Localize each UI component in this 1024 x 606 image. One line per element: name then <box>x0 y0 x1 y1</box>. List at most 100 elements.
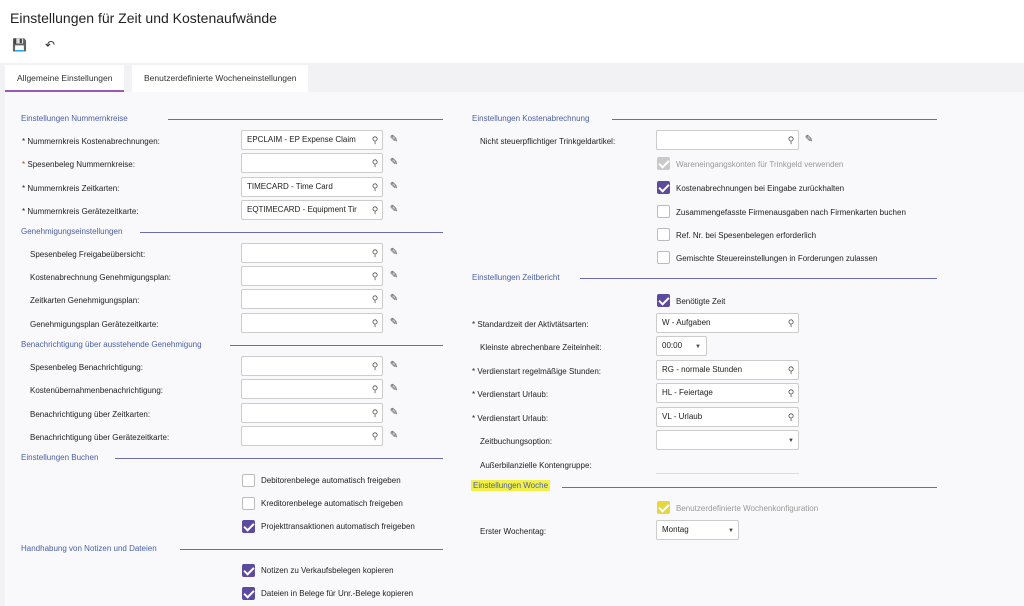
section-divider <box>580 278 937 279</box>
search-icon[interactable]: ⚲ <box>369 181 381 193</box>
pencil-icon[interactable]: ✎ <box>388 407 400 419</box>
kontengruppe-field[interactable] <box>656 473 799 474</box>
search-icon[interactable]: ⚲ <box>369 430 381 442</box>
tab-allgemeine-einstellungen[interactable]: Allgemeine Einstellungen <box>5 65 125 92</box>
section-title-zeitbericht: Einstellungen Zeitbericht <box>472 273 560 282</box>
pencil-icon[interactable]: ✎ <box>388 430 400 442</box>
page-title: Einstellungen für Zeit und Kostenaufwänd… <box>10 10 277 26</box>
search-icon[interactable]: ⚲ <box>369 134 381 146</box>
pencil-icon[interactable]: ✎ <box>388 157 400 169</box>
trinkgeldartikel-input[interactable] <box>656 130 799 150</box>
section-divider <box>230 345 443 346</box>
standardzeit-input[interactable]: W - Aufgaben <box>656 313 799 333</box>
kostenabrechnung-genehmigungsplan-input[interactable] <box>241 266 383 286</box>
section-title-benachrichtigung: Benachrichtigung über ausstehende Genehm… <box>21 340 202 349</box>
section-title-woche: Einstellungen Woche <box>471 480 551 491</box>
save-icon[interactable]: 💾 <box>12 38 27 52</box>
field-label: * Verdienstart regelmäßige Stunden: <box>472 367 601 376</box>
pencil-icon[interactable]: ✎ <box>388 293 400 305</box>
kreditorenbelege-checkbox[interactable] <box>242 497 255 510</box>
search-icon[interactable]: ⚲ <box>785 364 797 376</box>
chevron-down-icon: ▼ <box>788 438 794 444</box>
nummernkreis-kostenabrechnungen-input[interactable]: EPCLAIM - EP Expense Claim <box>241 130 383 150</box>
checkbox-label: Zusammengefasste Firmenausgaben nach Fir… <box>676 208 906 217</box>
search-icon[interactable]: ⚲ <box>369 270 381 282</box>
search-icon[interactable]: ⚲ <box>369 293 381 305</box>
section-divider <box>168 119 443 120</box>
verdienstart-regelmaessig-input[interactable]: RG - normale Stunden <box>656 360 799 380</box>
spesenbeleg-benachrichtigung-input[interactable] <box>241 356 383 376</box>
pencil-icon[interactable]: ✎ <box>388 360 400 372</box>
verdienstart-urlaub-input[interactable]: VL - Urlaub <box>656 407 799 427</box>
field-label: * Nummernkreis Zeitkarten: <box>22 184 120 193</box>
gemischte-steuer-checkbox[interactable] <box>657 251 670 264</box>
pencil-icon[interactable]: ✎ <box>388 204 400 216</box>
checkbox-label: Dateien in Belege für Unr.-Belege kopier… <box>261 589 414 598</box>
section-divider <box>180 549 443 550</box>
section-title-genehmigung: Genehmigungseinstellungen <box>21 227 123 236</box>
search-icon[interactable]: ⚲ <box>369 383 381 395</box>
pencil-icon[interactable]: ✎ <box>388 247 400 259</box>
benoetigte-zeit-checkbox[interactable] <box>657 294 670 307</box>
pencil-icon[interactable]: ✎ <box>388 134 400 146</box>
kostenuebernahmen-benachrichtigung-input[interactable] <box>241 379 383 399</box>
benachrichtigung-zeitkarten-input[interactable] <box>241 403 383 423</box>
checkbox-label: Wareneingangskonten für Trinkgeld verwen… <box>676 160 844 169</box>
search-icon[interactable]: ⚲ <box>369 157 381 169</box>
search-icon[interactable]: ⚲ <box>785 134 797 146</box>
notizen-kopieren-checkbox[interactable] <box>242 564 255 577</box>
custom-week-checkbox <box>657 501 670 514</box>
pencil-icon[interactable]: ✎ <box>388 270 400 282</box>
erster-wochentag-select[interactable]: Montag <box>656 520 739 540</box>
undo-icon[interactable]: ↶ <box>43 38 57 52</box>
pencil-icon[interactable]: ✎ <box>388 317 400 329</box>
firmenausgaben-checkbox[interactable] <box>657 205 670 218</box>
field-label: Erster Wochentag: <box>480 527 547 536</box>
checkbox-label: Kostenabrechnungen bei Eingabe zurückhal… <box>676 184 845 193</box>
nummernkreis-zeitkarten-input[interactable]: TIMECARD - Time Card <box>241 177 383 197</box>
search-icon[interactable]: ⚲ <box>369 407 381 419</box>
field-label: * Spesenbeleg Nummernkreise: <box>22 160 135 169</box>
field-label: Zeitkarten Genehmigungsplan: <box>30 296 140 305</box>
search-icon[interactable]: ⚲ <box>785 387 797 399</box>
field-label: Kostenabrechnung Genehmigungsplan: <box>30 273 171 282</box>
search-icon[interactable]: ⚲ <box>785 411 797 423</box>
pencil-icon[interactable]: ✎ <box>388 383 400 395</box>
checkbox-label: Benutzerdefinierte Wochenkonfiguration <box>676 504 819 513</box>
zeitkarten-genehmigungsplan-input[interactable] <box>241 289 383 309</box>
field-label: Kostenübernahmenbenachrichtigung: <box>30 386 163 395</box>
projekttransaktionen-checkbox[interactable] <box>242 520 255 533</box>
nummernkreis-geraetezeitkarte-input[interactable]: EQTIMECARD - Equipment Tir <box>241 200 383 220</box>
zeitbuchungsoption-select[interactable] <box>656 430 799 450</box>
checkbox-label: Kreditorenbelege automatisch freigeben <box>261 499 403 508</box>
spesenbeleg-freigabe-input[interactable] <box>241 243 383 263</box>
checkbox-label: Debitorenbelege automatisch freigeben <box>261 476 401 485</box>
checkbox-label: Notizen zu Verkaufsbelegen kopieren <box>261 566 394 575</box>
search-icon[interactable]: ⚲ <box>369 360 381 372</box>
field-label: * Verdienstart Urlaub: <box>472 414 549 423</box>
pencil-icon[interactable]: ✎ <box>388 181 400 193</box>
field-label: * Standardzeit der Aktivtätsarten: <box>472 320 589 329</box>
field-label: * Verdienstart Urlaub: <box>472 390 549 399</box>
dateien-kopieren-checkbox[interactable] <box>242 587 255 600</box>
tab-benutzerdefinierte-wocheneinstellungen[interactable]: Benutzerdefinierte Wocheneinstellungen <box>132 65 309 92</box>
benachrichtigung-geraetezeitkarte-input[interactable] <box>241 426 383 446</box>
chevron-down-icon: ▼ <box>728 528 734 534</box>
ref-nr-checkbox[interactable] <box>657 228 670 241</box>
spesenbeleg-nummernkreise-input[interactable] <box>241 153 383 173</box>
search-icon[interactable]: ⚲ <box>785 317 797 329</box>
debitorenbelege-checkbox[interactable] <box>242 474 255 487</box>
search-icon[interactable]: ⚲ <box>369 247 381 259</box>
checkbox-label: Projekttransaktionen automatisch freigeb… <box>261 522 415 531</box>
field-label: Kleinste abrechenbare Zeiteinheit: <box>480 343 602 352</box>
pencil-icon[interactable]: ✎ <box>803 134 815 146</box>
verdienstart-feiertage-input[interactable]: HL - Feiertage <box>656 383 799 403</box>
field-label: Benachrichtigung über Zeitkarten: <box>30 410 151 419</box>
search-icon[interactable]: ⚲ <box>369 317 381 329</box>
genehmigungsplan-geraetezeitkarte-input[interactable] <box>241 313 383 333</box>
kostenabrechnungen-zurueckhalten-checkbox[interactable] <box>657 181 670 194</box>
field-label: Außerbilanzielle Kontengruppe: <box>480 461 592 470</box>
section-divider <box>115 458 443 459</box>
search-icon[interactable]: ⚲ <box>369 204 381 216</box>
field-label: * Nummernkreis Gerätezeitkarte: <box>22 207 139 216</box>
